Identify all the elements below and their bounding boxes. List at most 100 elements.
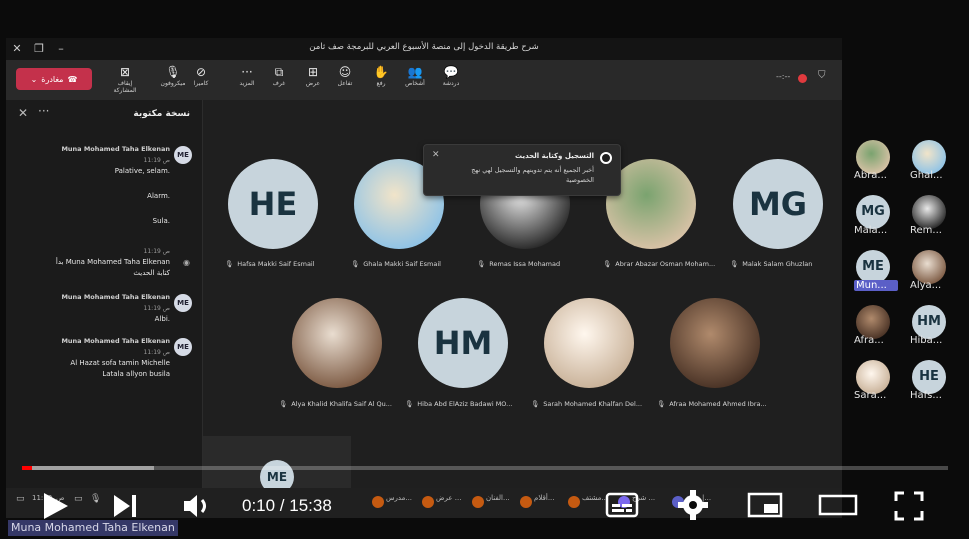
participant-name-text: Hafsa Makki Saif Esmail	[237, 260, 315, 268]
participant-name: 🎙 Malak Salam Ghuzlan	[730, 260, 812, 268]
more-icon: ···	[241, 65, 253, 79]
side-participant-name: Sara...	[854, 390, 887, 401]
self-video-tile[interactable]: ME	[203, 436, 351, 488]
play-icon[interactable]	[40, 490, 70, 522]
mic-tray-icon: 🎙	[90, 494, 102, 504]
video-frame[interactable]: ✕ ❐ – شرح طريقة الدخول إلى منصة الأسبوع …	[0, 0, 969, 539]
caption-speaker: Muna Mohamed Taha Elkenan	[61, 145, 170, 153]
meeting-toolbar: ⌄ مغادرة ☎ ⊠ إيقاف المشاركة 🎙 ميكروفون ⊘ كامي…	[6, 60, 842, 100]
next-icon[interactable]	[110, 493, 140, 519]
captions-title: نسخة مكتوبة	[133, 109, 190, 119]
participant-name-text: Malak Salam Ghuzlan	[742, 260, 813, 268]
teams-window: ✕ ❐ – شرح طريقة الدخول إلى منصة الأسبوع …	[6, 38, 842, 488]
volume-icon[interactable]	[182, 492, 216, 520]
participant-avatar[interactable]	[544, 298, 634, 388]
toolbar-item-label: المزيد	[239, 80, 255, 87]
taskbar-app-icon[interactable]	[568, 496, 580, 508]
toolbar-raise-hand-button[interactable]: ✋ رفع	[364, 65, 398, 87]
miniplayer-icon[interactable]	[747, 491, 783, 519]
played-bar	[22, 466, 32, 470]
close-icon[interactable]: ✕	[432, 150, 440, 160]
participant-name-text: Alya Khalid Khalifa Saif Al Qu...	[291, 400, 392, 408]
mic-muted-icon: 🎙	[225, 260, 234, 268]
taskbar-app-label[interactable]: الفنان...	[486, 494, 510, 502]
time-display: 0:10 / 15:38	[242, 496, 332, 515]
participant-name: 🎙 Remas Issa Mohamad	[477, 260, 560, 268]
side-participant[interactable]: Sara...	[842, 360, 892, 406]
participant-name: 🎙 Abrar Abazar Osman Moham...	[603, 260, 715, 268]
side-participant[interactable]: Rem...	[898, 195, 948, 241]
recording-notice-popup: ✕ التسجيل وكتابة الحديث أخبر الجميع أنه …	[423, 144, 621, 196]
popup-body: أخبر الجميع أنه يتم تدوينهم والتسجيل لهي…	[471, 166, 594, 184]
caption-system-text: كتابة الحديث	[133, 269, 170, 277]
mic-muted-icon: 🎙	[279, 400, 288, 408]
participant-avatar[interactable]: MG	[733, 159, 823, 249]
caption-time: 11:19 ص	[143, 248, 170, 255]
toolbar-camera-off-button[interactable]: ⊘ كاميرا	[184, 65, 218, 87]
toolbar-rooms-button[interactable]: ⧉ غرف	[262, 65, 296, 87]
toolbar-item-label: تفاعل	[337, 80, 353, 87]
participant-avatar[interactable]: HE	[228, 159, 318, 249]
mic-muted-icon: 🎙	[657, 400, 666, 408]
taskbar-app-icon[interactable]	[372, 496, 384, 508]
caption-entry: Muna Mohamed Taha Elkenan 11:19 ص Palati…	[61, 144, 170, 227]
taskbar-app-label[interactable]: مدرس...	[386, 494, 412, 502]
side-participant[interactable]: MG Mala...	[842, 195, 892, 241]
toolbar-item-label: أشخاص	[405, 80, 425, 87]
toolbar-item-label: عرض	[305, 80, 321, 87]
side-participant[interactable]: Afra...	[842, 305, 892, 351]
participant-avatar[interactable]: HM	[418, 298, 508, 388]
side-participant[interactable]: Alya...	[898, 250, 948, 296]
caption-system-entry: 11:19 ص بدأ Muna Mohamed Taha Elkenan كت…	[56, 246, 170, 279]
more-icon[interactable]: ···	[38, 104, 49, 118]
theater-mode-icon[interactable]	[818, 491, 858, 519]
side-participant[interactable]: HM Hiba...	[898, 305, 948, 351]
self-avatar: ME	[260, 460, 294, 488]
fullscreen-icon[interactable]	[893, 490, 925, 522]
participant-name: 🎙 Alya Khalid Khalifa Saif Al Qu...	[279, 400, 392, 408]
side-participant[interactable]: HE Hafs...	[898, 360, 948, 406]
side-participant-name: Mun...	[854, 280, 898, 291]
taskbar-app-icon[interactable]	[422, 496, 434, 508]
participant-avatar	[856, 305, 890, 339]
shield-icon[interactable]: ⛉	[818, 70, 826, 81]
toolbar-share-stop-button[interactable]: ⊠ إيقاف المشاركة	[108, 65, 142, 94]
toolbar-item-label: ميكروفون	[160, 80, 186, 87]
recording-time: --:--	[776, 72, 791, 81]
close-icon[interactable]: ✕	[18, 106, 28, 120]
side-participant[interactable]: ME Mun...	[842, 250, 898, 296]
toolbar-react-button[interactable]: ☺ تفاعل	[328, 65, 362, 87]
video-stage: HE 🎙 Hafsa Makki Saif Esmail 🎙 Ghala Makki S…	[203, 100, 842, 488]
side-participant[interactable]: Ghal...	[898, 140, 948, 186]
view-icon: ⊞	[307, 65, 319, 79]
side-participant-name: Hiba...	[910, 335, 943, 346]
leave-button[interactable]: ⌄ مغادرة ☎	[16, 68, 92, 90]
progress-bar[interactable]	[22, 466, 948, 470]
recording-dot-icon	[798, 74, 807, 83]
share-stop-icon: ⊠	[119, 65, 131, 79]
toolbar-people-button[interactable]: 👥 أشخاص	[398, 65, 432, 87]
notification-icon[interactable]: ▭	[16, 494, 25, 504]
toolbar-item-label: رفع	[376, 80, 386, 87]
taskbar-app-icon[interactable]	[520, 496, 532, 508]
settings-gear-icon[interactable]	[677, 489, 709, 521]
toolbar-more-button[interactable]: ··· المزيد	[230, 65, 264, 87]
toolbar-item-label: كاميرا	[193, 80, 209, 87]
participant-avatar[interactable]	[670, 298, 760, 388]
toolbar-chat-button[interactable]: 💬 دردشة	[434, 65, 468, 87]
avatar: ME	[174, 294, 192, 312]
side-participant[interactable]: Abra...	[842, 140, 892, 186]
toolbar-view-button[interactable]: ⊞ عرض	[296, 65, 330, 87]
caption-entry: Muna Mohamed Taha Elkenan 11:19 ص Al Haz…	[61, 336, 170, 380]
chevron-down-icon[interactable]: ⌄	[31, 75, 38, 84]
taskbar-app-label[interactable]: عرض ...	[436, 494, 461, 502]
participant-name-text: Remas Issa Mohamad	[489, 260, 561, 268]
rooms-icon: ⧉	[274, 65, 284, 79]
taskbar-app-label[interactable]: أقلام...	[534, 494, 555, 502]
subtitles-icon[interactable]	[605, 491, 639, 519]
participant-name: 🎙 Ghala Makki Saif Esmail	[351, 260, 441, 268]
taskbar-app-icon[interactable]	[472, 496, 484, 508]
participant-name-text: Ghala Makki Saif Esmail	[363, 260, 441, 268]
popup-title: التسجيل وكتابة الحديث	[515, 152, 594, 160]
participant-avatar[interactable]	[292, 298, 382, 388]
